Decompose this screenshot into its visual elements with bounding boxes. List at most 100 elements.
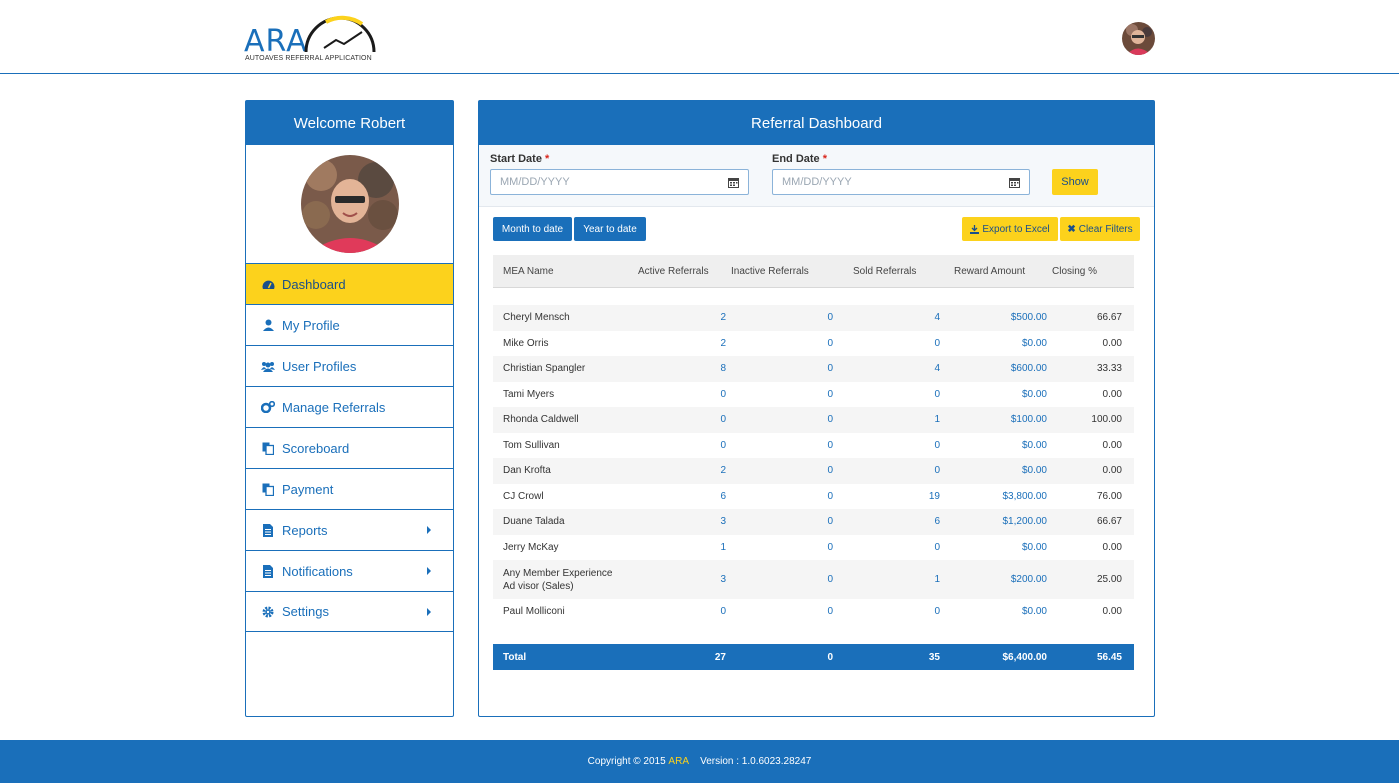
- sold-referrals-link[interactable]: 0: [833, 389, 940, 400]
- footer: Copyright © 2015 ARA Version : 1.0.6023.…: [0, 740, 1399, 783]
- inactive-referrals-link[interactable]: 0: [726, 542, 833, 553]
- sold-referrals-link[interactable]: 1: [833, 574, 940, 585]
- inactive-referrals-link[interactable]: 0: [726, 465, 833, 476]
- reward-amount-link[interactable]: $0.00: [940, 465, 1047, 476]
- active-referrals-link[interactable]: 0: [638, 440, 726, 451]
- mea-name-cell: Tami Myers: [503, 388, 555, 400]
- sidebar-item-notifications[interactable]: Notifications: [246, 550, 453, 591]
- profile-picture[interactable]: [300, 155, 399, 253]
- start-date-input[interactable]: MM/DD/YYYY: [490, 169, 749, 195]
- active-referrals-link[interactable]: 0: [638, 414, 726, 425]
- start-date-placeholder: MM/DD/YYYY: [500, 176, 570, 188]
- sidebar-item-label: My Profile: [282, 317, 340, 333]
- column-header[interactable]: Closing %: [1047, 266, 1122, 277]
- inactive-referrals-link[interactable]: 0: [726, 606, 833, 617]
- reward-amount-link[interactable]: $0.00: [940, 542, 1047, 553]
- sidebar-item-scoreboard[interactable]: Scoreboard: [246, 427, 453, 468]
- sold-referrals-link[interactable]: 6: [833, 516, 940, 527]
- reward-amount-link[interactable]: $1,200.00: [940, 516, 1048, 527]
- inactive-referrals-link[interactable]: 0: [726, 516, 833, 527]
- clear-filters-button[interactable]: ✖ Clear Filters: [1060, 217, 1140, 241]
- calendar-icon[interactable]: [1009, 177, 1020, 188]
- sold-referrals-link[interactable]: 4: [833, 363, 940, 374]
- sidebar-item-label: User Profiles: [282, 358, 357, 374]
- app-logo[interactable]: ARA AUTOAVES REFERRAL APPLICATION: [244, 14, 384, 66]
- table-row: Tami Myers 0 0 0 $0.00 0.00: [493, 382, 1134, 408]
- sold-referrals-link[interactable]: 1: [833, 414, 940, 425]
- sidebar-item-payment[interactable]: Payment: [246, 468, 453, 509]
- reward-amount-link[interactable]: $0.00: [940, 440, 1047, 451]
- inactive-referrals-link[interactable]: 0: [726, 491, 833, 502]
- inactive-referrals-link[interactable]: 0: [726, 440, 833, 451]
- footer-brand-link[interactable]: ARA: [668, 756, 689, 767]
- inactive-referrals-link[interactable]: 0: [726, 338, 833, 349]
- user-avatar[interactable]: [1122, 22, 1155, 55]
- sold-referrals-link[interactable]: 0: [833, 542, 940, 553]
- sold-referrals-link[interactable]: 0: [833, 606, 940, 617]
- total-active: 27: [714, 651, 726, 663]
- calendar-icon[interactable]: [728, 177, 739, 188]
- inactive-referrals-link[interactable]: 0: [726, 574, 833, 585]
- column-header[interactable]: Active Referrals: [638, 266, 726, 277]
- sold-referrals-link[interactable]: 4: [833, 312, 940, 323]
- active-referrals-link[interactable]: 3: [638, 574, 726, 585]
- welcome-title: Welcome Robert: [246, 101, 453, 145]
- reward-amount-link[interactable]: $600.00: [940, 363, 1047, 374]
- inactive-referrals-link[interactable]: 0: [726, 414, 833, 425]
- table-row: Any Member Experience Ad visor (Sales) 3 0…: [493, 560, 1134, 599]
- reward-amount-link[interactable]: $500.00: [940, 312, 1047, 323]
- active-referrals-link[interactable]: 0: [638, 389, 726, 400]
- column-header[interactable]: Inactive Referrals: [726, 266, 833, 277]
- mea-name-cell: Duane Talada: [503, 516, 565, 528]
- reward-amount-link[interactable]: $0.00: [940, 389, 1047, 400]
- clear-label: Clear Filters: [1078, 223, 1133, 235]
- sidebar-item-manage-referrals[interactable]: Manage Referrals: [246, 386, 453, 427]
- inactive-referrals-link[interactable]: 0: [726, 312, 833, 323]
- sidebar-item-user-profiles[interactable]: User Profiles: [246, 345, 453, 386]
- active-referrals-link[interactable]: 2: [638, 338, 726, 349]
- reward-amount-link[interactable]: $100.00: [940, 414, 1047, 425]
- active-referrals-link[interactable]: 6: [638, 491, 726, 502]
- sidebar-item-reports[interactable]: Reports: [246, 509, 453, 550]
- profile-picture-area: [246, 145, 453, 263]
- sold-referrals-link[interactable]: 0: [833, 338, 940, 349]
- inactive-referrals-link[interactable]: 0: [726, 363, 833, 374]
- column-header[interactable]: Sold Referrals: [833, 266, 940, 277]
- active-referrals-link[interactable]: 3: [638, 516, 726, 527]
- sidebar-item-label: Manage Referrals: [282, 399, 386, 415]
- sold-referrals-link[interactable]: 0: [833, 440, 940, 451]
- copy-icon: [261, 441, 275, 455]
- reward-amount-link[interactable]: $0.00: [940, 606, 1047, 617]
- mea-name-cell: Tom Sullivan: [503, 439, 560, 451]
- active-referrals-link[interactable]: 8: [638, 363, 726, 374]
- export-to-excel-button[interactable]: Export to Excel: [962, 217, 1058, 241]
- required-mark: *: [545, 153, 550, 165]
- column-header[interactable]: Reward Amount: [940, 266, 1047, 277]
- sidebar-item-settings[interactable]: Settings: [246, 591, 453, 632]
- table-row: Jerry McKay 1 0 0 $0.00 0.00: [493, 535, 1134, 561]
- sidebar-item-dashboard[interactable]: Dashboard: [246, 263, 453, 304]
- inactive-referrals-link[interactable]: 0: [726, 389, 833, 400]
- reward-amount-link[interactable]: $0.00: [940, 338, 1047, 349]
- active-referrals-link[interactable]: 0: [638, 606, 726, 617]
- active-referrals-link[interactable]: 1: [638, 542, 726, 553]
- sidebar-item-my-profile[interactable]: My Profile: [246, 304, 453, 345]
- logo-subtitle: AUTOAVES REFERRAL APPLICATION: [245, 55, 372, 62]
- sidebar-item-label: Reports: [282, 522, 328, 538]
- gear-icon: [261, 605, 275, 619]
- total-sold: 35: [928, 651, 940, 663]
- sold-referrals-link[interactable]: 0: [833, 465, 940, 476]
- reward-amount-link[interactable]: $200.00: [940, 574, 1047, 585]
- show-button[interactable]: Show: [1052, 169, 1098, 195]
- active-referrals-link[interactable]: 2: [638, 465, 726, 476]
- close-icon: ✖: [1067, 223, 1076, 235]
- logo-text: ARA: [244, 24, 308, 59]
- month-to-date-button[interactable]: Month to date: [493, 217, 572, 241]
- reward-amount-link[interactable]: $3,800.00: [940, 491, 1048, 502]
- end-date-input[interactable]: MM/DD/YYYY: [772, 169, 1030, 195]
- column-header[interactable]: MEA Name: [493, 266, 638, 277]
- active-referrals-link[interactable]: 2: [638, 312, 726, 323]
- sidebar-item-label: Settings: [282, 604, 329, 619]
- sold-referrals-link[interactable]: 19: [833, 491, 940, 502]
- year-to-date-button[interactable]: Year to date: [574, 217, 646, 241]
